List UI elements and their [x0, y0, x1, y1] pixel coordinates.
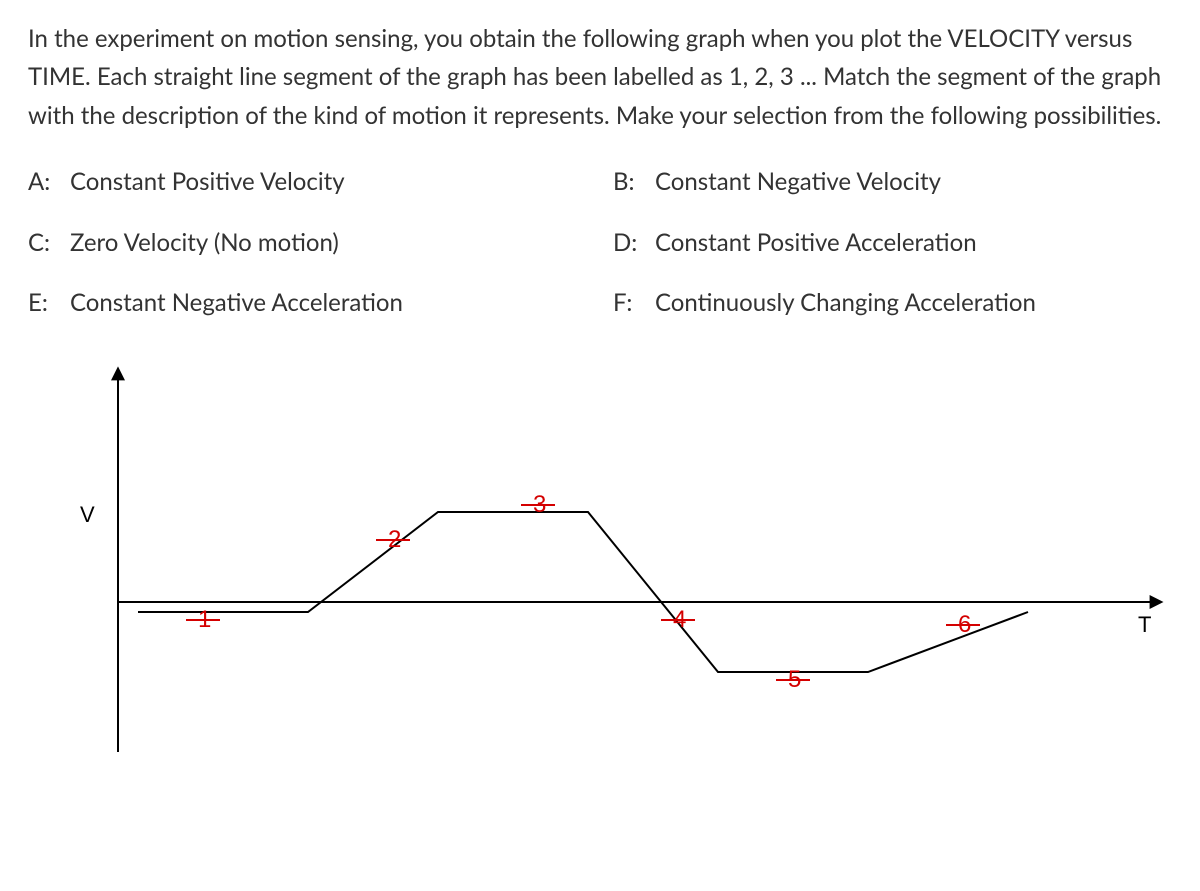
option-d: D: Constant Positive Acceleration	[613, 224, 1180, 262]
svg-text:4: 4	[673, 606, 686, 633]
option-letter: C:	[28, 224, 62, 262]
option-text: Zero Velocity (No motion)	[70, 224, 339, 262]
option-text: Constant Negative Velocity	[655, 163, 941, 201]
option-letter: B:	[613, 163, 647, 201]
option-text: Constant Negative Acceleration	[70, 284, 403, 322]
svg-text:1: 1	[198, 606, 211, 633]
option-e: E: Constant Negative Acceleration	[28, 284, 595, 322]
option-text: Constant Positive Velocity	[70, 163, 345, 201]
option-letter: D:	[613, 224, 647, 262]
svg-text:T: T	[1138, 612, 1151, 637]
option-letter: A:	[28, 163, 62, 201]
svg-text:2: 2	[388, 526, 401, 553]
svg-text:5: 5	[788, 666, 801, 693]
option-c: C: Zero Velocity (No motion)	[28, 224, 595, 262]
option-text: Continuously Changing Acceleration	[655, 284, 1036, 322]
option-b: B: Constant Negative Velocity	[613, 163, 1180, 201]
svg-text:6: 6	[958, 611, 971, 638]
question-intro: In the experiment on motion sensing, you…	[28, 20, 1180, 135]
answer-options: A: Constant Positive Velocity B: Constan…	[28, 163, 1180, 322]
velocity-time-graph: V T 1 2 3 4 5 6	[38, 352, 1180, 772]
svg-text:V: V	[80, 502, 95, 527]
chart-svg: V T 1 2 3 4 5 6	[38, 352, 1178, 772]
option-text: Constant Positive Acceleration	[655, 224, 977, 262]
svg-text:3: 3	[533, 491, 546, 518]
option-letter: E:	[28, 284, 62, 322]
option-letter: F:	[613, 284, 647, 322]
option-a: A: Constant Positive Velocity	[28, 163, 595, 201]
option-f: F: Continuously Changing Acceleration	[613, 284, 1180, 322]
